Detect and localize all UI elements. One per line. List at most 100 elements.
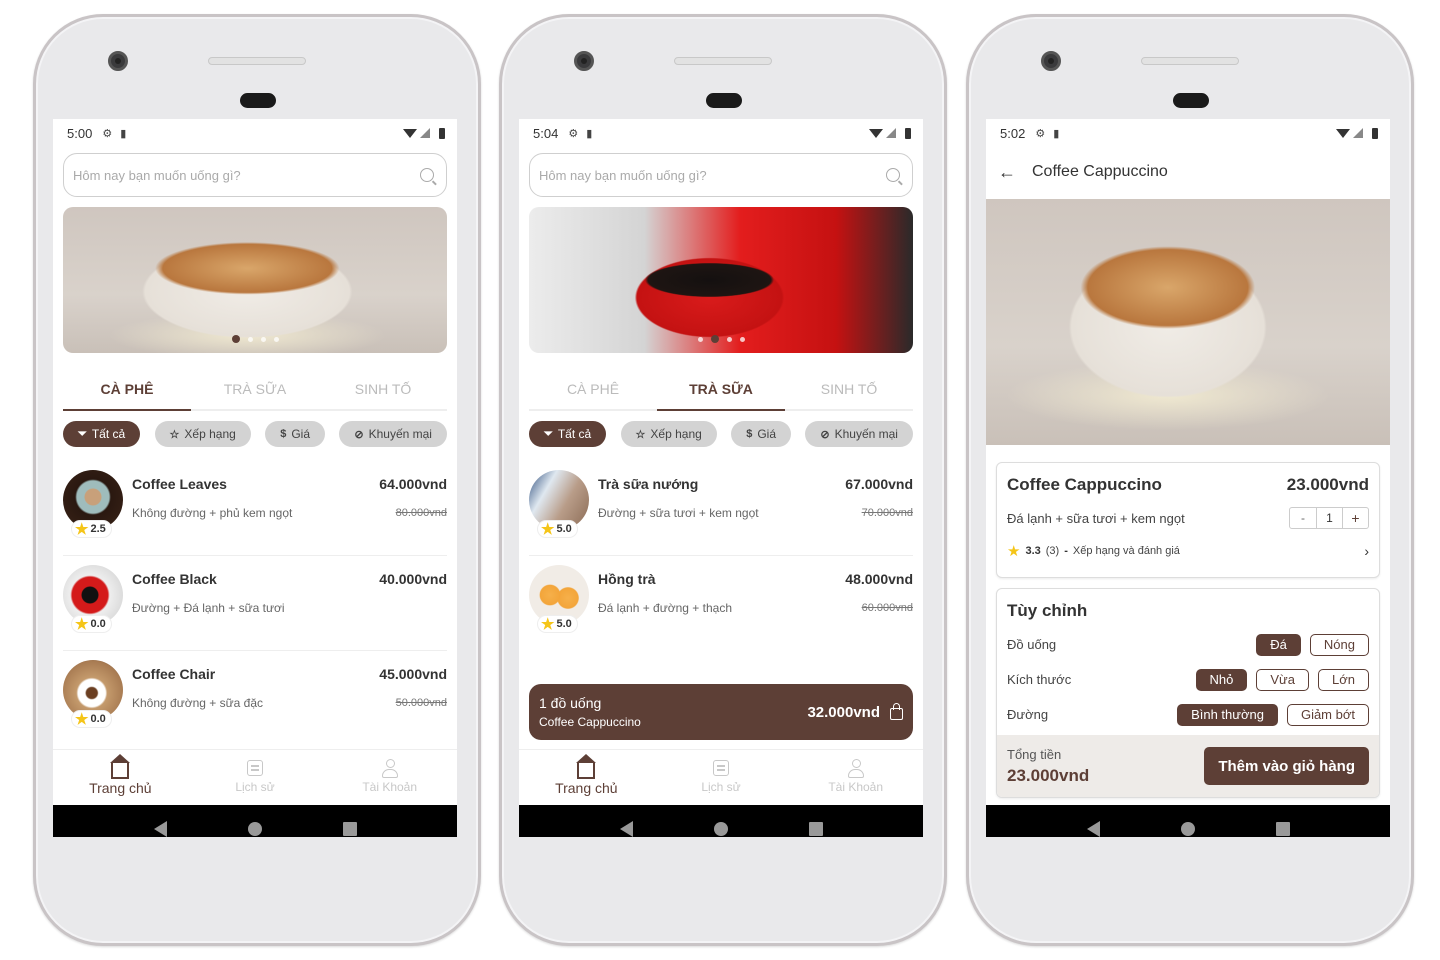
quantity-value[interactable]: 1 — [1316, 508, 1342, 528]
system-nav-bar — [53, 805, 457, 837]
promo-icon: ⊘ — [820, 428, 830, 441]
product-old-price: 60.000vnd — [861, 602, 913, 614]
tab-tra-sua[interactable]: TRÀ SỮA — [191, 369, 319, 409]
list-item[interactable]: ★ 0.0 Coffee Black Đường + Đá lạnh + sữa t… — [63, 556, 447, 651]
product-detail-screen: 5:02 ⚙ ▮ ← Coffee Cappuccino Coffee Capp… — [986, 119, 1390, 837]
tab-ca-phe[interactable]: CÀ PHÊ — [63, 369, 191, 411]
option-ice[interactable]: Đá — [1256, 633, 1301, 656]
search-input[interactable]: Hôm nay bạn muốn uống gì? — [63, 153, 447, 197]
search-icon[interactable] — [886, 168, 900, 182]
filter-price-chip[interactable]: $ Giá — [731, 421, 791, 447]
home-icon — [110, 754, 131, 779]
option-normal-sugar[interactable]: Bình thường — [1177, 703, 1278, 726]
recents-icon[interactable] — [808, 821, 823, 836]
chip-label: Giá — [757, 427, 776, 441]
chevron-right-icon[interactable]: › — [1364, 543, 1369, 559]
banner-dot[interactable] — [739, 336, 745, 342]
banner-dot[interactable] — [231, 335, 240, 343]
tab-ca-phe[interactable]: CÀ PHÊ — [529, 369, 657, 409]
product-price: 67.000vnd — [845, 476, 913, 492]
product-thumbnail: ★ 5.0 — [529, 565, 589, 633]
banner-dot[interactable] — [260, 336, 266, 342]
option-row-drink: Đồ uống Đá Nóng — [997, 627, 1379, 662]
back-icon[interactable] — [1086, 820, 1100, 837]
product-thumbnail: ★ 2.5 — [63, 470, 123, 538]
filter-promo-chip[interactable]: ⊘ Khuyến mại — [339, 421, 447, 447]
user-icon — [847, 759, 864, 778]
rating-row[interactable]: ★ 3.3 (3) - Xếp hạng và đánh giá › — [1007, 543, 1369, 559]
rating-badge: ★ 2.5 — [71, 520, 112, 538]
home-icon — [576, 754, 597, 779]
shopping-bag-icon — [890, 703, 903, 720]
chip-label: Xếp hạng — [184, 427, 236, 441]
wifi-icon — [403, 128, 417, 138]
list-item[interactable]: ★ 0.0 Coffee Chair Không đường + sữa đặc 4… — [63, 651, 447, 746]
rating-badge: ★ 5.0 — [537, 615, 578, 633]
recents-icon[interactable] — [342, 821, 357, 836]
status-time: 5:00 — [67, 125, 93, 141]
option-large[interactable]: Lớn — [1318, 668, 1369, 691]
product-old-price: 50.000vnd — [395, 697, 447, 709]
filter-all-chip[interactable]: ⏷ Tất cả — [63, 421, 141, 447]
filter-all-chip[interactable]: ⏷ Tất cả — [529, 421, 607, 447]
nav-history[interactable]: Lịch sử — [188, 750, 323, 805]
product-price: 45.000vnd — [379, 666, 447, 682]
home-circle-icon[interactable] — [247, 821, 262, 836]
back-icon[interactable] — [619, 820, 633, 837]
arrow-left-icon[interactable]: ← — [998, 162, 1016, 183]
option-small[interactable]: Nhỏ — [1195, 668, 1248, 691]
history-icon — [713, 760, 729, 776]
option-less-sugar[interactable]: Giảm bớt — [1286, 703, 1369, 726]
product-desc: Đường + sữa tươi + kem ngọt — [598, 506, 759, 520]
search-icon[interactable] — [420, 168, 434, 182]
increment-button[interactable]: + — [1342, 508, 1368, 528]
nav-account[interactable]: Tài Khoản — [322, 750, 457, 805]
option-medium[interactable]: Vừa — [1256, 668, 1309, 691]
filter-rating-chip[interactable]: ☆ Xếp hạng — [154, 421, 251, 447]
settings-icon: ⚙ — [102, 127, 113, 140]
back-icon[interactable] — [153, 820, 167, 837]
star-icon: ★ — [541, 615, 555, 633]
banner-dot[interactable] — [726, 336, 732, 342]
filter-promo-chip[interactable]: ⊘ Khuyến mại — [805, 421, 913, 447]
promo-icon: ⊘ — [354, 428, 364, 441]
list-item[interactable]: ★ 5.0 Hồng trà Đá lạnh + đường + thạch 48.… — [529, 556, 913, 651]
chip-label: Tất cả — [557, 427, 592, 441]
tab-tra-sua[interactable]: TRÀ SỮA — [657, 369, 785, 411]
app-bar: ← Coffee Cappuccino — [986, 147, 1390, 197]
nav-account[interactable]: Tài Khoản — [788, 750, 923, 805]
banner-dot[interactable] — [697, 336, 703, 342]
product-name: Coffee Chair — [132, 666, 216, 682]
promo-banner[interactable] — [63, 207, 447, 353]
filter-rating-chip[interactable]: ☆ Xếp hạng — [620, 421, 717, 447]
option-label: Đường — [1007, 707, 1049, 722]
promo-banner[interactable] — [529, 207, 913, 353]
decrement-button[interactable]: - — [1290, 508, 1316, 528]
bottom-navigation: Trang chủ Lịch sử Tài Khoản — [519, 749, 923, 805]
filter-price-chip[interactable]: $ Giá — [265, 421, 325, 447]
nav-home[interactable]: Trang chủ — [53, 750, 188, 805]
product-list: ★ 2.5 Coffee Leaves Không đường + phủ kem … — [63, 461, 447, 746]
banner-dot[interactable] — [710, 335, 719, 343]
product-price: 48.000vnd — [845, 571, 913, 587]
nav-home[interactable]: Trang chủ — [519, 750, 654, 805]
recents-icon[interactable] — [1275, 821, 1290, 836]
list-item[interactable]: ★ 2.5 Coffee Leaves Không đường + phủ kem … — [63, 461, 447, 556]
tab-sinh-to[interactable]: SINH TỐ — [319, 369, 447, 409]
total-bar: Tổng tiền 23.000vnd Thêm vào giỏ hàng — [997, 735, 1379, 797]
product-name: Hồng trà — [598, 571, 656, 587]
chip-label: Giá — [291, 427, 310, 441]
product-price: 23.000vnd — [1286, 475, 1369, 494]
option-hot[interactable]: Nóng — [1309, 633, 1369, 656]
banner-dot[interactable] — [247, 336, 253, 342]
search-input[interactable]: Hôm nay bạn muốn uống gì? — [529, 153, 913, 197]
product-list: ★ 5.0 Trà sữa nướng Đường + sữa tươi + kem… — [529, 461, 913, 651]
add-to-cart-button[interactable]: Thêm vào giỏ hàng — [1204, 747, 1369, 785]
nav-history[interactable]: Lịch sử — [654, 750, 789, 805]
list-item[interactable]: ★ 5.0 Trà sữa nướng Đường + sữa tươi + kem… — [529, 461, 913, 556]
tab-sinh-to[interactable]: SINH TỐ — [785, 369, 913, 409]
cart-summary-bar[interactable]: 1 đồ uống Coffee Cappuccino 32.000vnd — [529, 684, 913, 740]
home-circle-icon[interactable] — [1180, 821, 1195, 836]
banner-dot[interactable] — [273, 336, 279, 342]
home-circle-icon[interactable] — [713, 821, 728, 836]
